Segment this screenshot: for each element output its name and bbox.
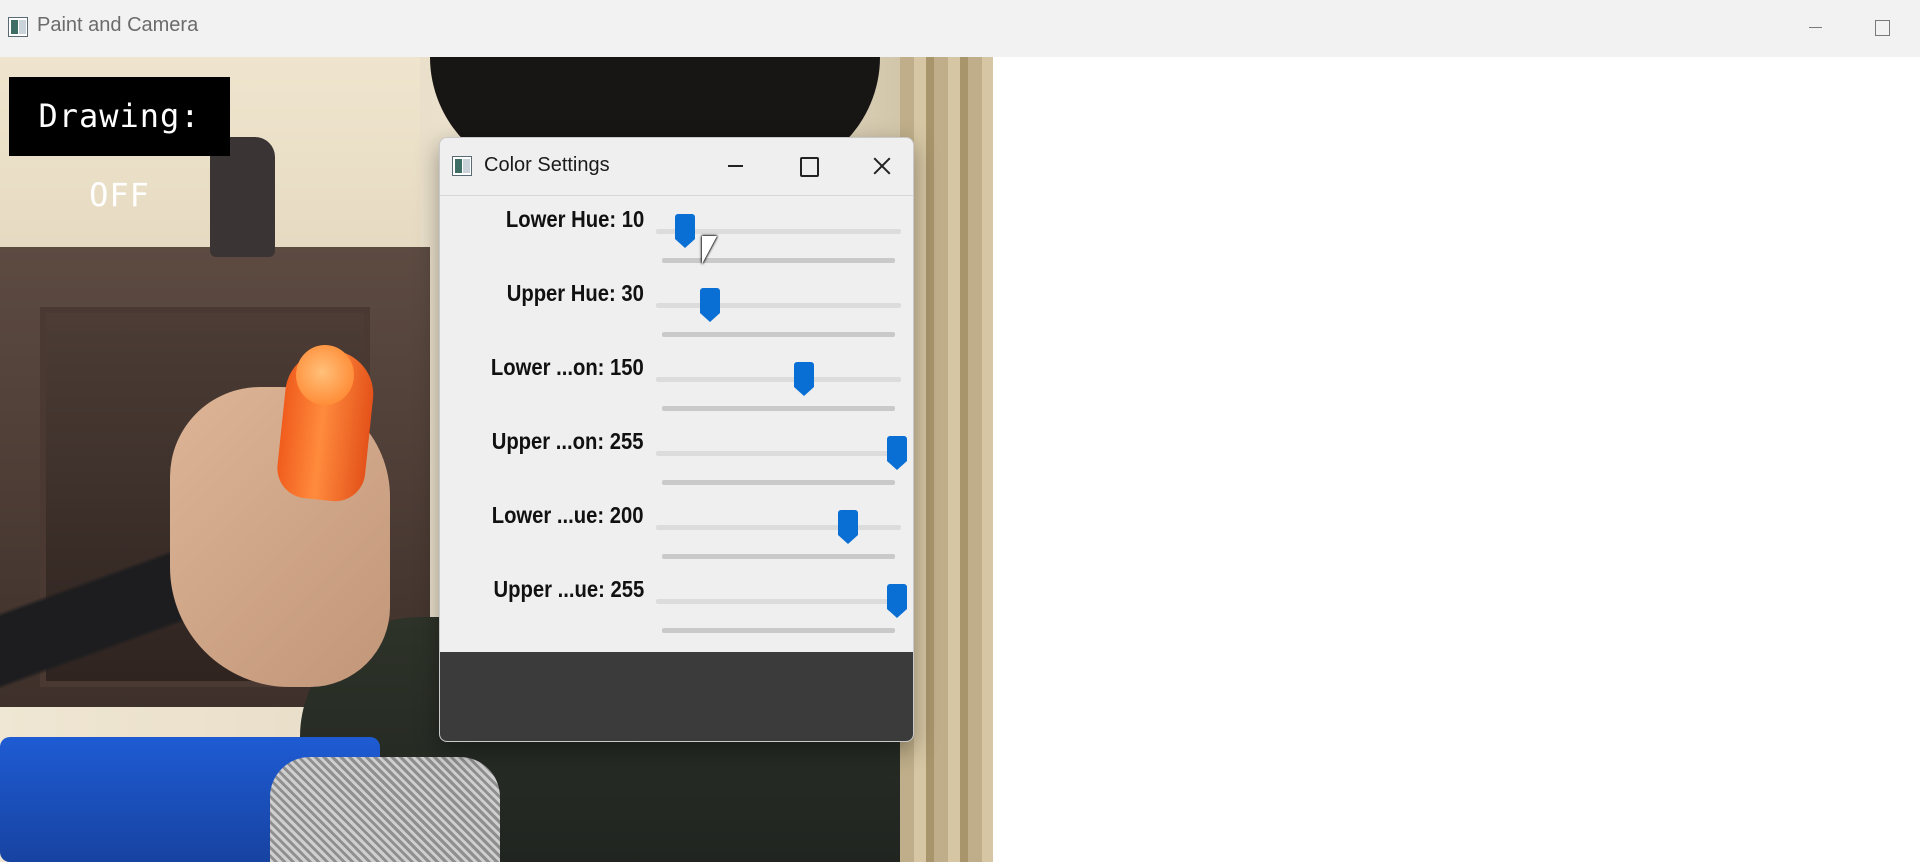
- slider-track[interactable]: [656, 525, 901, 530]
- slider-lower-hue: Lower Hue: 10: [440, 206, 913, 280]
- slider-thumb[interactable]: [887, 436, 907, 472]
- slider-track[interactable]: [656, 451, 901, 456]
- close-icon[interactable]: [856, 148, 906, 184]
- dialog-footer: [440, 652, 913, 741]
- slider-upper-hue: Upper Hue: 30: [440, 280, 913, 354]
- slider-label: Lower ...ue: 200: [492, 502, 644, 528]
- slider-scale: [662, 480, 895, 485]
- slider-thumb[interactable]: [838, 510, 859, 546]
- slider-thumb[interactable]: [887, 584, 907, 620]
- slider-lower-value: Lower ...ue: 200: [440, 502, 913, 576]
- app-icon: [8, 17, 28, 37]
- color-settings-dialog: Color Settings Lower Hue: 10 Upper Hue: …: [439, 137, 914, 742]
- slider-track[interactable]: [656, 303, 901, 308]
- microphone-grille: [270, 757, 500, 862]
- slider-label: Upper ...on: 255: [492, 428, 644, 454]
- slider-thumb[interactable]: [699, 288, 720, 324]
- slider-scale: [662, 258, 895, 263]
- slider-thumb[interactable]: [794, 362, 815, 398]
- orange-marker-cap: [296, 345, 354, 405]
- slider-scale: [662, 628, 895, 633]
- main-window: Paint and Camera Drawing: OFF: [0, 0, 1920, 866]
- slider-scale: [662, 554, 895, 559]
- minimize-icon[interactable]: [710, 148, 760, 184]
- maximize-icon[interactable]: [1862, 12, 1902, 44]
- slider-track[interactable]: [656, 599, 901, 604]
- app-icon: [452, 156, 472, 176]
- slider-upper-saturation: Upper ...on: 255: [440, 428, 913, 502]
- dialog-title: Color Settings: [484, 154, 610, 176]
- slider-label: Upper ...ue: 255: [493, 576, 644, 602]
- slider-track[interactable]: [656, 377, 901, 382]
- slider-label: Upper Hue: 30: [506, 280, 644, 306]
- slider-scale: [662, 332, 895, 337]
- main-window-title: Paint and Camera: [37, 14, 199, 36]
- slider-thumb[interactable]: [674, 214, 695, 250]
- maximize-icon[interactable]: [783, 148, 833, 184]
- slider-scale: [662, 406, 895, 411]
- main-titlebar[interactable]: Paint and Camera: [0, 0, 1920, 57]
- slider-upper-value: Upper ...ue: 255: [440, 576, 913, 650]
- drawing-status-overlay: Drawing: OFF: [9, 77, 230, 214]
- minimize-icon[interactable]: [1795, 12, 1835, 44]
- slider-lower-saturation: Lower ...on: 150: [440, 354, 913, 428]
- dialog-titlebar[interactable]: Color Settings: [440, 138, 913, 196]
- slider-label: Lower ...on: 150: [491, 354, 644, 380]
- slider-label: Lower Hue: 10: [505, 206, 644, 232]
